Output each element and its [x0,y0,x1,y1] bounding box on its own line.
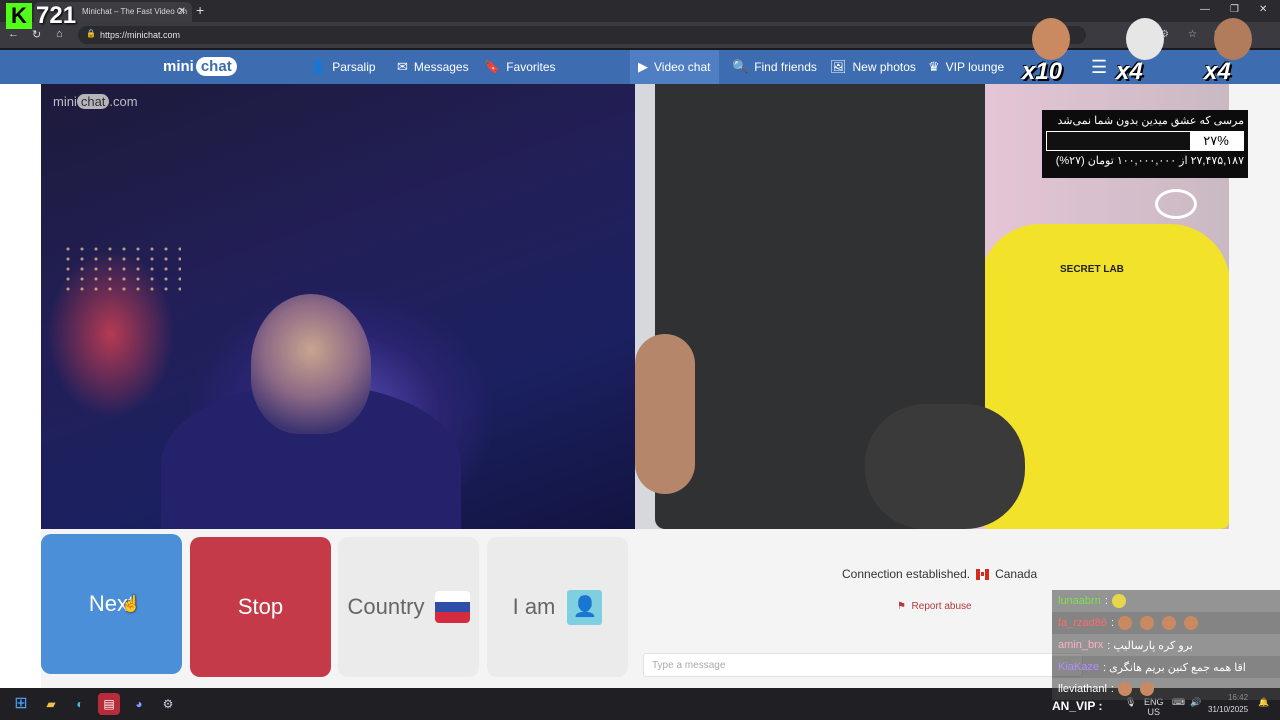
chat-username: lunaabrn [1058,595,1101,607]
tab-title: Minichat – The Fast Video Ch [82,7,188,16]
nav-vip-lounge[interactable]: ♛ VIP lounge [928,50,1004,84]
address-bar-area: ← ↻ ⌂ 🔒 https://minichat.com ⚙ ☆ ▣ ◉ [0,22,1280,48]
donation-amount: ۲۷,۴۷۵,۱۸۷ از ۱۰۰,۰۰۰,۰۰۰ تومان (۲۷%) [1055,155,1244,167]
message-placeholder: Type a message [652,660,726,671]
chat-line: KiaKaze : اقا همه جمع کنین بریم هانگری [1052,656,1280,678]
message-input[interactable]: Type a message [643,653,1083,677]
hand-cursor-icon: ☝ [121,596,141,613]
edge-browser-icon[interactable]: ◐ [69,693,91,715]
chat-message: : اقا همه جمع کنین بریم هانگری [1102,661,1246,674]
close-tab-icon[interactable]: ✕ [178,6,186,17]
emote-face-1: x10 [1022,18,1076,88]
donation-percent: ۲۷% [1203,133,1229,148]
russia-flag-icon [434,591,470,623]
menu-icon[interactable]: ☰ [1091,57,1107,78]
chat-line: amin_brx : برو کره پارسالیپ [1052,634,1280,656]
canada-flag-icon [976,568,990,580]
iam-label: I am [512,594,556,619]
nav-favorites[interactable]: 🔖 Favorites [484,50,556,84]
viewer-count: 721 [36,2,77,29]
favorites-icon[interactable]: ☆ [1188,29,1197,40]
minimize-icon[interactable]: — [1200,4,1210,15]
country-button[interactable]: Country [338,537,479,677]
avatar-icon: 👤 [310,59,327,74]
stranger-video: mini chat .com [41,84,635,529]
chat-username: fa_rzad86 [1058,617,1107,629]
country-label: Country [347,594,425,619]
chat-line: lunaabrn : [1052,590,1280,612]
new-tab-icon[interactable]: + [196,2,204,18]
minichat-logo[interactable]: mini chat [163,57,237,76]
flag-icon: ⚑ [897,601,906,612]
crown-icon: ♛ [928,59,940,74]
url-text: https://minichat.com [100,30,181,40]
site-header: mini chat 👤 Parsalip ✉ Messages 🔖 Favorites … [0,50,1280,84]
kick-logo-icon: K [6,3,32,29]
donation-progress-bar: ۲۷% [1046,131,1244,151]
streamer-arm [635,334,695,494]
ring-light [1155,189,1197,219]
emote-face-3: x4 [1204,18,1258,88]
chat-username: amin_brx [1058,639,1104,651]
gender-button[interactable]: I am 👤 [487,537,628,677]
discord-icon[interactable]: ◕ [128,693,150,715]
kick-viewer-badge: K 721 [6,2,76,30]
fairy-lights [61,244,181,294]
next-button[interactable]: Next [41,534,182,674]
search-icon: 🔍 [732,59,749,74]
page-left-strip [0,84,41,688]
video-icon: ▶ [638,59,648,74]
browser-tab-bar: Minichat – The Fast Video Ch ✕ + — ❐ ✕ [0,0,1280,22]
nav-parsalip[interactable]: 👤 Parsalip [310,50,376,84]
stream-chat-overlay: lunaabrn : fa_rzad86 : amin_brx : برو کر… [1052,590,1280,700]
language-indicator[interactable]: ENG US [1144,697,1164,717]
lock-icon: 🔒 [86,29,96,38]
connection-text: Connection established. [842,567,971,581]
stranger-face [251,294,371,434]
nav-find-friends[interactable]: 🔍 Find friends [732,50,817,84]
stop-label: Stop [237,594,284,619]
stream-app-icon[interactable]: ▤ [98,693,120,715]
donation-title: مرسی که عشق میدین بدون شما نمی‌شد [1057,115,1244,127]
nav-video-chat[interactable]: ▶ Video chat [630,50,719,84]
partner-country: Canada [995,567,1038,581]
url-field[interactable]: 🔒 https://minichat.com [78,26,1086,44]
nav-messages[interactable]: ✉ Messages [397,50,469,84]
emote-face-2: x4 [1116,18,1170,88]
maximize-icon[interactable]: ❐ [1230,4,1239,15]
nav-new-photos[interactable]: 🖼 New photos [830,50,916,84]
video-watermark: mini chat .com [53,94,138,109]
chat-username: lleviathanl [1058,683,1107,695]
chat-line: lleviathanl : [1052,678,1280,700]
chat-username: KiaKaze [1058,661,1099,673]
steam-icon[interactable]: ⚙ [157,693,179,715]
microphone [865,404,1025,529]
connection-status: Connection established. Canada [842,567,1037,581]
male-avatar-icon: 👤 [567,589,603,625]
photos-icon: 🖼 [830,59,847,74]
windows-start-icon[interactable]: ⊞ [10,693,32,715]
chat-message: : برو کره پارسالیپ [1107,639,1193,652]
chat-line: fa_rzad86 : [1052,612,1280,634]
envelope-icon: ✉ [397,59,408,74]
file-explorer-icon[interactable]: ▰ [40,693,62,715]
stop-button[interactable]: Stop [190,537,331,677]
report-abuse-link[interactable]: ⚑ Report abuse [897,601,972,612]
close-window-icon[interactable]: ✕ [1259,4,1267,15]
vip-chat-label: AN_VIP : [1052,699,1103,713]
bookmark-icon: 🔖 [484,59,501,74]
donation-goal: مرسی که عشق میدین بدون شما نمی‌شد ۲۷% ۲۷… [1042,110,1248,178]
